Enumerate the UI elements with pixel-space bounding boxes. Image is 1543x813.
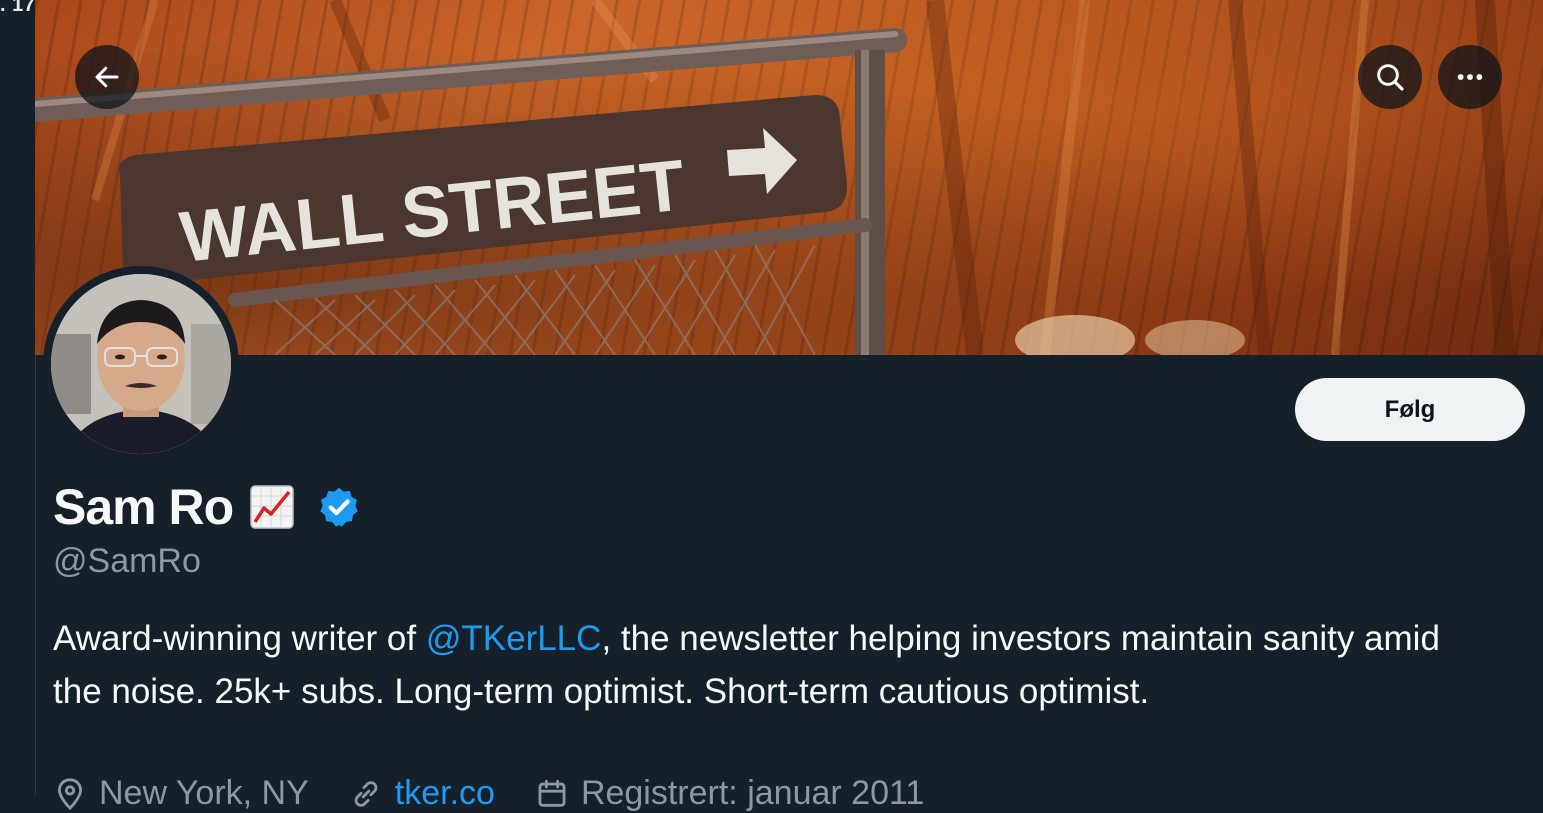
link-icon (354, 780, 378, 807)
bio-mention-link[interactable]: @TKerLLC (426, 619, 602, 658)
profile-handle: @SamRo (53, 542, 201, 580)
profile-name-row: Sam Ro (53, 478, 361, 536)
location-text: New York, NY (99, 774, 309, 812)
website-item[interactable]: tker.co (349, 774, 495, 813)
bio-text-start: Award-winning writer of (53, 619, 426, 658)
verified-badge-icon[interactable] (317, 485, 361, 529)
follow-button[interactable]: Følg (1295, 378, 1525, 441)
search-icon (1377, 64, 1404, 91)
more-options-button[interactable] (1438, 45, 1502, 109)
display-name: Sam Ro (53, 479, 234, 535)
location-item: New York, NY (53, 774, 309, 813)
back-button[interactable] (75, 45, 139, 109)
calendar-icon (538, 779, 566, 807)
left-sidebar-edge (0, 0, 36, 796)
profile-avatar[interactable] (43, 266, 239, 462)
arrow-left-icon (95, 66, 119, 88)
profile-banner: WALL STREET (35, 0, 1543, 355)
profile-meta: New York, NY tker.co Registrert: januar … (53, 774, 964, 813)
website-link[interactable]: tker.co (395, 774, 495, 813)
avatar-photo (51, 274, 231, 454)
more-horizontal-icon (1457, 74, 1483, 80)
location-pin-icon (57, 777, 83, 810)
joined-item: Registrert: januar 2011 (535, 774, 924, 813)
profile-bio: Award-winning writer of @TKerLLC, the ne… (53, 612, 1473, 718)
search-button[interactable] (1358, 45, 1422, 109)
joined-text: Registrert: januar 2011 (580, 774, 925, 812)
chart-increasing-emoji (250, 485, 294, 529)
banner-image: WALL STREET (35, 0, 1515, 355)
